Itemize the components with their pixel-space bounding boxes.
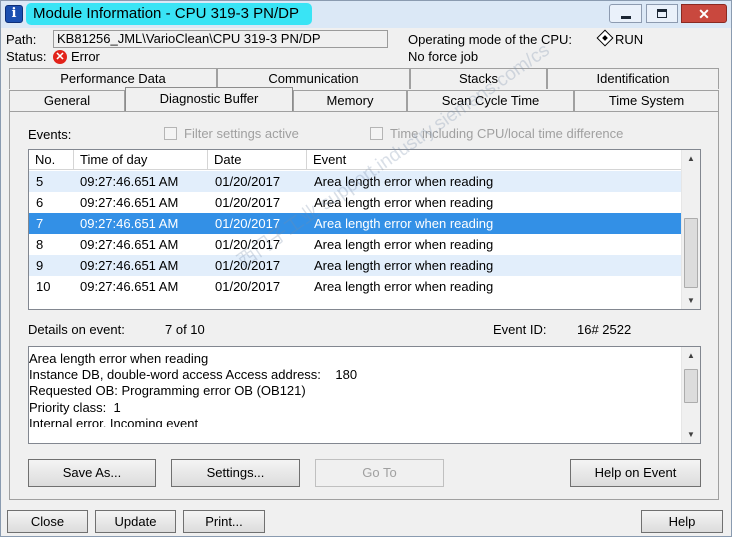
events-scrollbar[interactable]: ▲ ▼ [681,150,700,309]
event-no: 5 [36,174,44,189]
close-window-button[interactable]: ✕ [681,4,727,23]
operating-mode-label: Operating mode of the CPU: [408,32,573,47]
event-description: Area length error when reading [314,174,494,189]
events-list[interactable]: No. Time of day Date Event 5 09:27:46.65… [28,149,701,310]
scroll-thumb[interactable] [684,218,698,288]
time-difference-label: Time including CPU/local time difference [390,126,624,141]
event-no: 7 [36,216,44,231]
event-row[interactable]: 5 09:27:46.651 AM 01/20/2017 Area length… [29,171,681,192]
scroll-up-icon[interactable]: ▲ [682,347,700,364]
tab-scan-cycle-time[interactable]: Scan Cycle Time [407,90,574,111]
maximize-icon [657,9,667,18]
event-date: 01/20/2017 [215,216,281,231]
scroll-thumb[interactable] [684,369,698,403]
event-no: 8 [36,237,44,252]
settings-button[interactable]: Settings... [171,459,300,487]
help-on-event-button[interactable]: Help on Event [570,459,701,487]
minimize-icon [620,16,631,19]
event-row[interactable]: 9 09:27:46.651 AM 01/20/2017 Area length… [29,255,681,276]
event-date: 01/20/2017 [215,195,281,210]
details-scrollbar[interactable]: ▲ ▼ [681,347,700,443]
event-description: Area length error when reading [314,279,494,294]
event-no: 10 [36,279,51,294]
tab-memory[interactable]: Memory [293,90,407,111]
event-row[interactable]: 8 09:27:46.651 AM 01/20/2017 Area length… [29,234,681,255]
event-time: 09:27:46.651 AM [80,279,179,294]
tab-communication[interactable]: Communication [217,68,410,89]
run-mode-icon [596,29,614,47]
event-time: 09:27:46.651 AM [80,237,179,252]
event-time: 09:27:46.651 AM [80,174,179,189]
event-row[interactable]: 10 09:27:46.651 AM 01/20/2017 Area lengt… [29,276,681,297]
force-job-status: No force job [408,49,479,64]
path-field: KB81256_JML\VarioClean\CPU 319-3 PN/DP [53,30,388,48]
status-label: Status: [6,49,47,64]
print-button[interactable]: Print... [183,510,265,533]
event-description: Area length error when reading [314,195,494,210]
details-position: 7 of 10 [165,322,205,337]
event-description: Area length error when reading [314,237,494,252]
operating-mode-value: RUN [615,32,644,47]
tab-stacks[interactable]: Stacks [410,68,547,89]
event-time: 09:27:46.651 AM [80,195,179,210]
event-time: 09:27:46.651 AM [80,258,179,273]
event-row-selected[interactable]: 7 09:27:46.651 AM 01/20/2017 Area length… [29,213,681,234]
status-value: Error [71,49,100,64]
scroll-up-icon[interactable]: ▲ [682,150,700,167]
event-date: 01/20/2017 [215,237,281,252]
tab-performance-data[interactable]: Performance Data [9,68,217,89]
filter-settings-checkbox[interactable] [164,127,177,140]
tab-diagnostic-buffer[interactable]: Diagnostic Buffer [125,87,293,111]
path-label: Path: [6,32,37,47]
info-icon: i [5,5,23,23]
event-no: 9 [36,258,44,273]
save-as-button[interactable]: Save As... [28,459,156,487]
column-header-time[interactable]: Time of day [74,150,208,170]
event-description: Area length error when reading [314,216,494,231]
event-details-box[interactable]: Area length error when reading Instance … [28,346,701,444]
event-date: 01/20/2017 [215,258,281,273]
details-label: Details on event: [28,322,125,337]
window-title: Module Information - CPU 319-3 PN/DP [26,3,312,25]
scroll-down-icon[interactable]: ▼ [682,426,700,443]
event-date: 01/20/2017 [215,279,281,294]
tab-general[interactable]: General [9,90,125,111]
column-header-date[interactable]: Date [208,150,307,170]
event-details-text: Area length error when reading Instance … [29,351,358,427]
time-difference-checkbox[interactable] [370,127,383,140]
event-id-label: Event ID: [493,322,547,337]
events-list-header: No. Time of day Date Event [29,150,681,170]
event-row[interactable]: 6 09:27:46.651 AM 01/20/2017 Area length… [29,192,681,213]
go-to-button[interactable]: Go To [315,459,444,487]
event-description: Area length error when reading [314,258,494,273]
tab-identification[interactable]: Identification [547,68,719,89]
filter-settings-label: Filter settings active [184,126,299,141]
column-header-no[interactable]: No. [29,150,74,170]
update-button[interactable]: Update [95,510,176,533]
column-header-event[interactable]: Event [307,150,681,170]
tab-time-system[interactable]: Time System [574,90,719,111]
title-bar: i Module Information - CPU 319-3 PN/DP ✕ [1,1,731,28]
module-information-window: i Module Information - CPU 319-3 PN/DP ✕… [0,0,732,537]
event-date: 01/20/2017 [215,174,281,189]
maximize-button[interactable] [646,4,678,23]
error-icon: ✕ [53,50,67,64]
help-button[interactable]: Help [641,510,723,533]
close-button[interactable]: Close [7,510,88,533]
event-no: 6 [36,195,44,210]
minimize-button[interactable] [609,4,642,23]
scroll-down-icon[interactable]: ▼ [682,292,700,309]
events-label: Events: [28,127,72,142]
event-id-value: 16# 2522 [577,322,632,337]
close-icon: ✕ [698,5,710,22]
event-time: 09:27:46.651 AM [80,216,179,231]
